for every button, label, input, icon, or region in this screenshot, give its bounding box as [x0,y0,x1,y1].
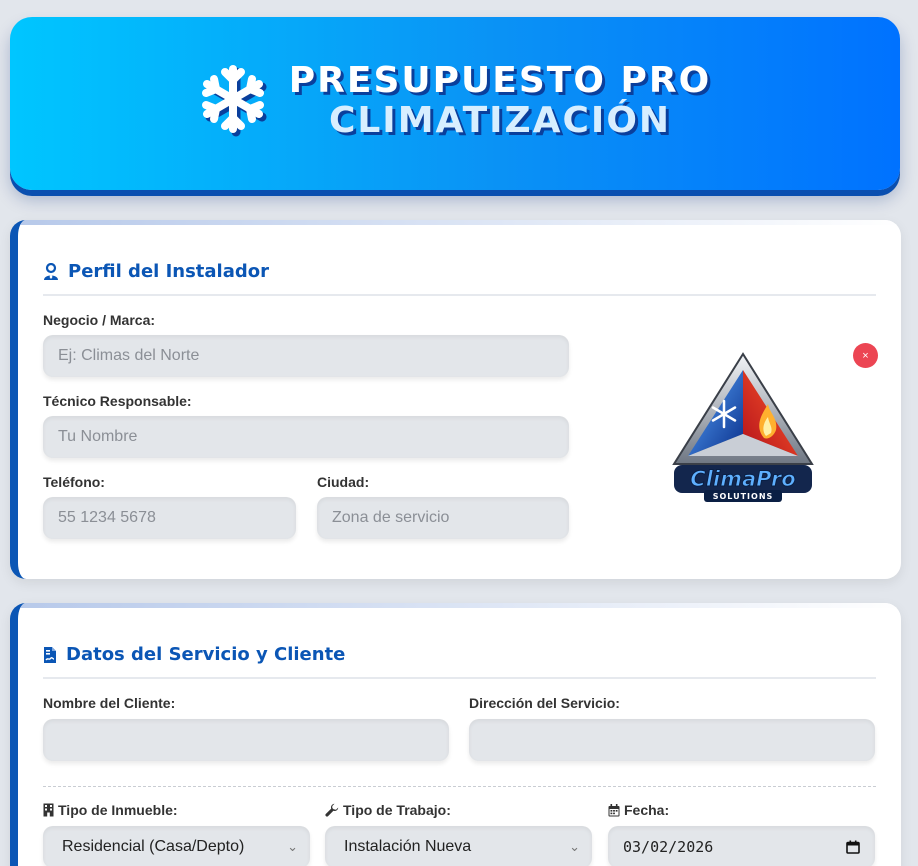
work-type-label-text: Tipo de Trabajo: [343,802,451,818]
property-type-label-text: Tipo de Inmueble: [58,802,178,818]
client-name-label: Nombre del Cliente: [43,695,176,711]
phone-label: Teléfono: [43,474,105,490]
page-title: PRESUPUESTO PRO [288,60,712,101]
building-icon [43,803,54,817]
calendar-picker-icon[interactable] [846,840,860,854]
address-label: Dirección del Servicio: [469,695,620,711]
file-contract-icon [44,646,56,663]
dashed-divider [43,786,876,787]
work-type-value: Instalación Nueva [344,838,472,855]
wrench-icon [325,803,339,817]
installer-profile-card: Perfil del Instalador Negocio / Marca: T… [10,220,901,579]
address-input[interactable] [469,719,875,761]
header-titles: PRESUPUESTO PRO CLIMATIZACIÓN [289,61,711,141]
business-label: Negocio / Marca: [43,312,156,328]
section-divider [43,677,876,679]
calendar-icon [608,803,620,816]
property-type-value: Residencial (Casa/Depto) [62,838,245,855]
installer-profile-title: Perfil del Instalador [68,261,270,282]
logo-brand-text: ClimaPro [690,467,795,491]
header-content: PRESUPUESTO PRO CLIMATIZACIÓN [10,61,900,141]
section-divider [43,294,876,296]
city-input[interactable] [317,497,569,539]
date-label: Fecha: [608,802,669,818]
technician-input[interactable] [43,416,569,458]
technician-label: Técnico Responsable: [43,393,192,409]
app-header: PRESUPUESTO PRO CLIMATIZACIÓN [10,17,900,190]
remove-logo-button[interactable]: × [853,343,878,368]
phone-input[interactable] [43,497,296,539]
date-input[interactable]: 03/02/2026 [608,826,875,866]
logo-tagline: SOLUTIONS [713,492,774,501]
installer-profile-heading: Perfil del Instalador [43,261,269,282]
chevron-down-icon: ⌄ [569,839,580,854]
work-type-select[interactable]: Instalación Nueva ⌄ [325,826,592,866]
chevron-down-icon: ⌄ [287,839,298,854]
service-client-heading: Datos del Servicio y Cliente [43,644,345,665]
snowflake-icon [201,65,267,137]
climapro-logo: ClimaPro SOLUTIONS [672,352,814,502]
date-label-text: Fecha: [624,802,670,818]
user-tie-icon [44,262,58,280]
work-type-label: Tipo de Trabajo: [325,802,451,818]
property-type-label: Tipo de Inmueble: [43,802,178,818]
service-client-card: Datos del Servicio y Cliente Nombre del … [10,603,901,866]
client-name-input[interactable] [43,719,449,761]
date-value: 03/02/2026 [623,838,714,856]
page-subtitle: CLIMATIZACIÓN [328,100,672,141]
city-label: Ciudad: [317,474,370,490]
property-type-select[interactable]: Residencial (Casa/Depto) ⌄ [43,826,310,866]
service-client-title: Datos del Servicio y Cliente [66,644,346,665]
business-input[interactable] [43,335,569,377]
